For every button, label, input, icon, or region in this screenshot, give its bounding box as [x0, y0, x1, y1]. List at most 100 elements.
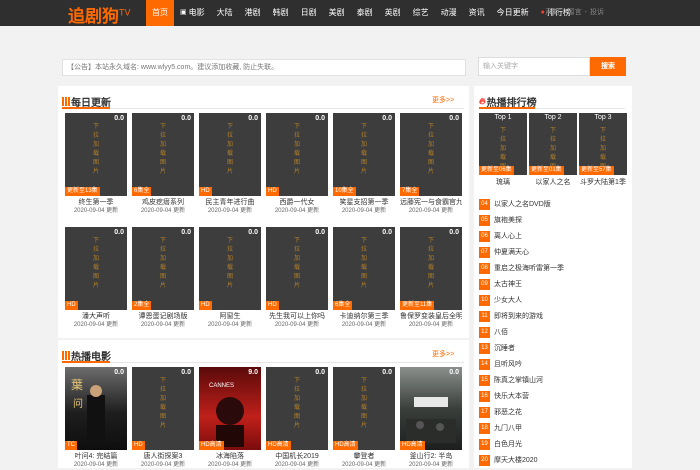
- video-card[interactable]: 下拉加载图片 0.0 10集全 笑星支招第一季 2020-09-04 更新: [333, 113, 395, 216]
- rank-title[interactable]: 八佰: [494, 327, 508, 337]
- poster-image[interactable]: 下拉加载图片 0.0 7集全: [400, 113, 462, 196]
- site-logo[interactable]: 追剧狗TV: [68, 2, 131, 27]
- rank-title[interactable]: 九门八甲: [494, 423, 522, 433]
- rank-list-item[interactable]: 14 且听风吟: [479, 356, 625, 372]
- rank-title[interactable]: 少女大人: [494, 295, 522, 305]
- poster-image[interactable]: 下拉加载图片 0.0 更新至13集: [65, 113, 127, 196]
- video-card[interactable]: 下拉加载图片 0.0 HD 西爵一代女 2020-09-04 更新: [266, 113, 328, 216]
- video-title[interactable]: 终生第一季: [65, 198, 127, 207]
- nav-item-9[interactable]: 综艺: [407, 0, 435, 26]
- rank-list-item[interactable]: 04 以家人之名DVD版: [479, 196, 625, 212]
- video-title[interactable]: 笑星支招第一季: [333, 198, 395, 207]
- video-card[interactable]: 下拉加载图片 0.0 HD 唐人街探案3 2020-09-04 更新: [132, 367, 194, 470]
- rank-title[interactable]: 重启之极海听雷第一季: [494, 263, 564, 273]
- rank-title[interactable]: 邪恶之花: [494, 407, 522, 417]
- poster-image[interactable]: CANNES 9.0 HD高清: [199, 367, 261, 450]
- nav-item-1[interactable]: ▣ 电影: [174, 0, 211, 26]
- rank-list-item[interactable]: 15 陈真之掌镇山河: [479, 372, 625, 388]
- poster-image[interactable]: 下拉加载图片 0.0 10集全: [333, 113, 395, 196]
- poster-image[interactable]: Top 2下拉加载图片更新至01集: [529, 113, 577, 175]
- movies-more-link[interactable]: 更多>>: [432, 349, 454, 359]
- daily-more-link[interactable]: 更多>>: [432, 95, 454, 105]
- video-card[interactable]: 0.0 HD高清 釜山行2: 半岛 2020-09-04 更新: [400, 367, 462, 470]
- video-title[interactable]: 卡迪纳尔第三季: [333, 312, 395, 321]
- poster-image[interactable]: 下拉加载图片 0.0 HD: [199, 227, 261, 310]
- rank-list-item[interactable]: 20 摩天大楼2020: [479, 452, 625, 468]
- nav-item-6[interactable]: 美剧: [323, 0, 351, 26]
- rank-list-item[interactable]: 09 太古神王: [479, 276, 625, 292]
- top-rank-title[interactable]: 以家人之名: [529, 177, 577, 187]
- top-rank-title[interactable]: 琉璃: [479, 177, 527, 187]
- video-card[interactable]: 下拉加载图片 0.0 HD 先生我可以上你吗 2020-09-04 更新: [266, 227, 328, 330]
- video-card[interactable]: 下拉加载图片 0.0 6集全 鸡皮疙瘩系列 2020-09-04 更新: [132, 113, 194, 216]
- poster-image[interactable]: 下拉加载图片 0.0 HD: [199, 113, 261, 196]
- video-card[interactable]: CANNES 9.0 HD高清 冰海陷落 2020-09-04 更新: [199, 367, 261, 470]
- rank-title[interactable]: 仲夏满天心: [494, 247, 529, 257]
- nav-item-5[interactable]: 日剧: [295, 0, 323, 26]
- nav-item-7[interactable]: 泰剧: [351, 0, 379, 26]
- link-message[interactable]: 留言: [568, 0, 582, 26]
- video-title[interactable]: 攀登者: [333, 452, 395, 461]
- rank-title[interactable]: 即将到来的游戏: [494, 311, 543, 321]
- rank-list-item[interactable]: 07 仲夏满天心: [479, 244, 625, 260]
- video-title[interactable]: 谭恩蛋记剧场版: [132, 312, 194, 321]
- rank-title[interactable]: 且听风吟: [494, 359, 522, 369]
- video-title[interactable]: 釜山行2: 半岛: [400, 452, 462, 461]
- rank-title[interactable]: 旗袍美探: [494, 215, 522, 225]
- rank-title[interactable]: 摩天大楼2020: [494, 455, 538, 465]
- nav-item-0[interactable]: 首页: [146, 0, 174, 26]
- poster-image[interactable]: 下拉加载图片 0.0 HD: [65, 227, 127, 310]
- poster-image[interactable]: 下拉加载图片 0.0 HD: [266, 113, 328, 196]
- rank-list-item[interactable]: 16 快乐大本营: [479, 388, 625, 404]
- search-input[interactable]: 输入关键字: [478, 57, 590, 76]
- video-card[interactable]: 下拉加载图片 0.0 HD 潘大声听 2020-09-04 更新: [65, 227, 127, 330]
- rank-title[interactable]: 离人心上: [494, 231, 522, 241]
- video-card[interactable]: 下拉加载图片 0.0 HD高清 中国机长2019 2020-09-04 更新: [266, 367, 328, 470]
- rank-list-item[interactable]: 08 重启之极海听雷第一季: [479, 260, 625, 276]
- rank-list-item[interactable]: 13 沉睡者: [479, 340, 625, 356]
- poster-image[interactable]: 下拉加载图片 0.0 HD高清: [333, 367, 395, 450]
- video-card[interactable]: 下拉加载图片 0.0 更新至11集 鲁保罗变装皇后全明 2020-09-04 更新: [400, 227, 462, 330]
- video-title[interactable]: 鲁保罗变装皇后全明: [400, 312, 462, 321]
- rank-title[interactable]: 以家人之名DVD版: [494, 199, 551, 209]
- rank-list-item[interactable]: 19 白色月光: [479, 436, 625, 452]
- video-card[interactable]: 下拉加载图片 0.0 6集全 卡迪纳尔第三季 2020-09-04 更新: [333, 227, 395, 330]
- rank-title[interactable]: 陈真之掌镇山河: [494, 375, 543, 385]
- rank-list-item[interactable]: 17 邪恶之花: [479, 404, 625, 420]
- nav-item-3[interactable]: 港剧: [239, 0, 267, 26]
- poster-image[interactable]: 葉问 0.0 TC: [65, 367, 127, 450]
- video-title[interactable]: 冰海陷落: [199, 452, 261, 461]
- video-card[interactable]: 下拉加载图片 0.0 更新至13集 终生第一季 2020-09-04 更新: [65, 113, 127, 216]
- rank-list-item[interactable]: 05 旗袍美探: [479, 212, 625, 228]
- video-card[interactable]: 下拉加载图片 0.0 HD 民主青年进行曲 2020-09-04 更新: [199, 113, 261, 216]
- rank-title[interactable]: 沉睡者: [494, 343, 515, 353]
- video-title[interactable]: 中国机长2019: [266, 452, 328, 461]
- top-rank-card[interactable]: Top 1下拉加载图片更新至06集琉璃: [479, 113, 527, 187]
- video-title[interactable]: 先生我可以上你吗: [266, 312, 328, 321]
- rank-list-item[interactable]: 11 即将到来的游戏: [479, 308, 625, 324]
- top-rank-card[interactable]: Top 2下拉加载图片更新至01集以家人之名: [529, 113, 577, 187]
- nav-item-8[interactable]: 英剧: [379, 0, 407, 26]
- rank-list-item[interactable]: 12 八佰: [479, 324, 625, 340]
- rank-list-item[interactable]: 18 九门八甲: [479, 420, 625, 436]
- poster-image[interactable]: 下拉加载图片 0.0 HD: [266, 227, 328, 310]
- video-title[interactable]: 远藤宪一与食霸官九: [400, 198, 462, 207]
- nav-item-12[interactable]: 今日更新: [491, 0, 535, 26]
- poster-image[interactable]: 0.0 HD高清: [400, 367, 462, 450]
- video-title[interactable]: 叶问4: 完结篇: [65, 452, 127, 461]
- video-card[interactable]: 葉问 0.0 TC 叶问4: 完结篇 2020-09-04 更新: [65, 367, 127, 470]
- poster-image[interactable]: 下拉加载图片 0.0 HD: [132, 367, 194, 450]
- link-complaint[interactable]: 投诉: [590, 0, 604, 26]
- top-rank-title[interactable]: 斗罗大陆第1季: [579, 177, 627, 187]
- top-rank-card[interactable]: Top 3下拉加载图片更新至57集斗罗大陆第1季: [579, 113, 627, 187]
- video-title[interactable]: 唐人街探案3: [132, 452, 194, 461]
- nav-item-10[interactable]: 动漫: [435, 0, 463, 26]
- rank-list-item[interactable]: 06 离人心上: [479, 228, 625, 244]
- video-card[interactable]: 下拉加载图片 0.0 2集全 谭恩蛋记剧场版 2020-09-04 更新: [132, 227, 194, 330]
- video-title[interactable]: 西爵一代女: [266, 198, 328, 207]
- video-title[interactable]: 阿窗生: [199, 312, 261, 321]
- rank-list-item[interactable]: 10 少女大人: [479, 292, 625, 308]
- poster-image[interactable]: Top 3下拉加载图片更新至57集: [579, 113, 627, 175]
- video-title[interactable]: 潘大声听: [65, 312, 127, 321]
- rank-title[interactable]: 太古神王: [494, 279, 522, 289]
